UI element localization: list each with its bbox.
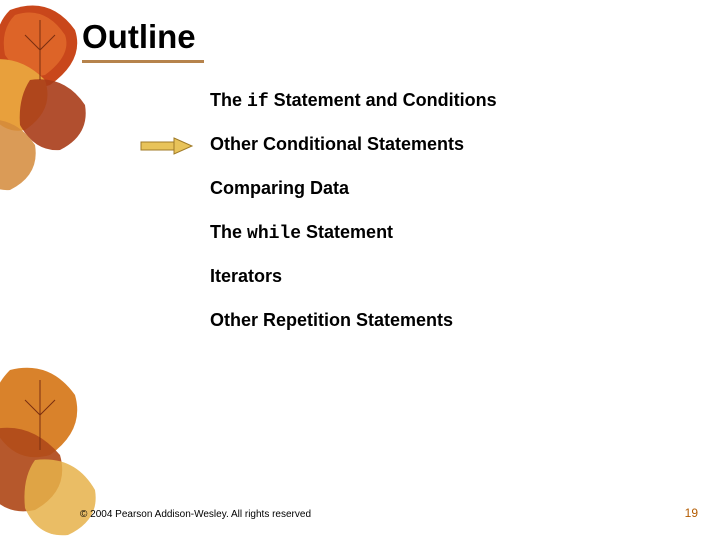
outline-item-text-suffix: Statement bbox=[301, 222, 393, 242]
outline-item: Comparing Data bbox=[210, 178, 497, 200]
outline-item-code: if bbox=[247, 92, 269, 112]
background-leaves-deco bbox=[0, 0, 110, 540]
outline-item-text-prefix: The bbox=[210, 222, 247, 242]
outline-item-text-prefix: Other Conditional Statements bbox=[210, 134, 464, 154]
outline-list: The if Statement and Conditions Other Co… bbox=[210, 90, 497, 354]
outline-item: The if Statement and Conditions bbox=[210, 90, 497, 112]
outline-item: The while Statement bbox=[210, 222, 497, 244]
outline-item: Other Repetition Statements bbox=[210, 310, 497, 332]
outline-item-text-prefix: Comparing Data bbox=[210, 178, 349, 198]
page-number: 19 bbox=[685, 506, 698, 520]
outline-item-text-prefix: Iterators bbox=[210, 266, 282, 286]
outline-item-code: while bbox=[247, 224, 301, 244]
current-item-arrow-icon bbox=[140, 137, 195, 160]
outline-item-text-suffix: Statement and Conditions bbox=[269, 90, 497, 110]
outline-item-text-prefix: Other Repetition Statements bbox=[210, 310, 453, 330]
outline-item: Other Conditional Statements bbox=[210, 134, 497, 156]
slide-title: Outline bbox=[82, 18, 204, 63]
outline-item: Iterators bbox=[210, 266, 497, 288]
outline-item-text-prefix: The bbox=[210, 90, 247, 110]
footer-copyright: © 2004 Pearson Addison-Wesley. All right… bbox=[80, 509, 311, 520]
